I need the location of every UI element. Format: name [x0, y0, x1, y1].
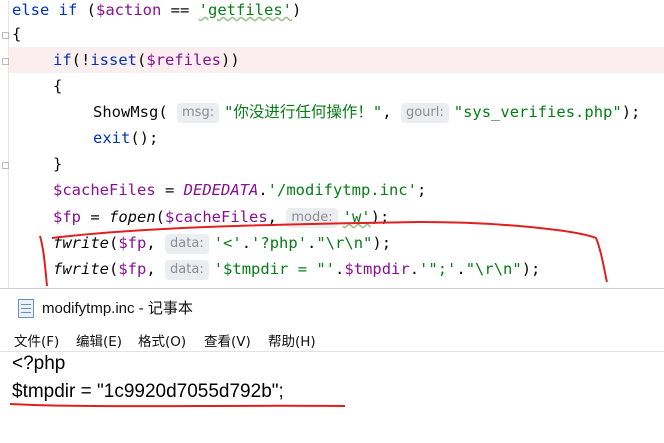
menu-help[interactable]: 帮助(H)	[268, 330, 316, 350]
operator: .	[241, 234, 252, 252]
string-literal: '/modifytmp.inc'	[267, 181, 417, 199]
operator: .	[258, 181, 268, 199]
punctuation: ();	[130, 129, 159, 147]
constant: DEDEDATA	[183, 181, 259, 199]
menu-edit[interactable]: 编辑(E)	[76, 330, 122, 350]
punctuation: ,	[146, 234, 156, 252]
param-hint: data:	[165, 234, 209, 254]
code-line-9: $fp = fopen($cacheFiles, mode:'w');	[53, 204, 389, 230]
code-line-3: if(!isset($refiles))	[53, 47, 240, 73]
code-line-1: else if ($action == 'getfiles')	[12, 0, 301, 23]
punctuation: ,	[146, 260, 156, 278]
notepad-icon	[18, 299, 34, 318]
punctuation: );	[521, 260, 541, 278]
punctuation: (	[109, 260, 119, 278]
operator: .	[409, 260, 420, 278]
breakpoint-marker-icon[interactable]	[2, 58, 9, 65]
notepad-text-line-2[interactable]: $tmpdir = "1c9920d7055d792b";	[12, 381, 284, 403]
variable: $refiles	[146, 51, 222, 69]
punctuation: );	[372, 234, 392, 252]
brace: {	[53, 77, 63, 95]
punctuation: (	[109, 234, 119, 252]
operator: =	[155, 181, 184, 199]
code-editor[interactable]: else if ($action == 'getfiles') { if(!is…	[0, 0, 664, 288]
operator: =	[81, 208, 109, 226]
notepad-text-line-1[interactable]: <?php	[12, 353, 65, 375]
function-name: fopen	[109, 208, 156, 226]
variable: $cacheFiles	[165, 208, 268, 226]
string-literal: 'getfiles'	[198, 1, 292, 19]
function-name: isset	[90, 51, 138, 69]
punctuation: ;	[416, 181, 427, 199]
brace: }	[53, 155, 63, 173]
menu-bar: 文件(F) 编辑(E) 格式(O) 查看(V) 帮助(H)	[0, 328, 664, 350]
operator: ==	[161, 1, 199, 19]
param-hint: msg:	[177, 103, 220, 123]
keyword: if	[58, 1, 78, 19]
code-line-5: ShowMsg( msg: "你没进行任何操作！", gourl: "sys_ver…	[93, 99, 640, 125]
window-title: modifytmp.inc - 记事本	[42, 300, 193, 317]
editor-gutter	[0, 0, 8, 288]
string-literal: "你没进行任何操作！"	[224, 103, 383, 121]
menu-divider	[0, 351, 664, 352]
variable: $fp	[53, 208, 81, 226]
function-name: fwrite	[53, 260, 109, 278]
function-name: ShowMsg	[93, 103, 159, 121]
punctuation: ))	[221, 51, 240, 69]
param-hint: gourl:	[400, 103, 449, 123]
param-hint: data:	[165, 260, 209, 280]
gutter-divider	[8, 0, 9, 288]
notepad-title-bar[interactable]: modifytmp.inc - 记事本	[0, 289, 664, 326]
keyword: else	[12, 1, 50, 19]
string-literal: "sys_verifies.php"	[453, 103, 622, 121]
punctuation: );	[621, 103, 641, 121]
string-literal: '";'	[419, 260, 457, 278]
menu-view[interactable]: 查看(V)	[204, 330, 251, 350]
operator: .	[307, 234, 317, 252]
variable: $action	[96, 1, 162, 19]
operator: .	[335, 260, 345, 278]
punctuation: )	[292, 1, 302, 19]
punctuation: (	[158, 103, 168, 121]
string-literal: "\r\n"	[465, 260, 522, 278]
string-literal: "\r\n"	[316, 234, 373, 252]
string-literal: '$tmpdir = "'	[213, 260, 336, 278]
variable: $cacheFiles	[53, 181, 156, 199]
punctuation: (	[137, 51, 147, 69]
function-name: fwrite	[53, 234, 109, 252]
function-name: exit	[93, 129, 131, 147]
string-literal: 'w'	[342, 208, 371, 226]
fold-marker-icon[interactable]	[2, 162, 9, 169]
keyword: if	[53, 51, 72, 69]
variable: $tmpdir	[344, 260, 410, 278]
punctuation: ,	[382, 103, 392, 121]
string-literal: '?php'	[251, 234, 308, 252]
code-line-2: {	[12, 21, 21, 47]
punctuation: );	[370, 208, 390, 226]
string-literal: '<'	[213, 234, 242, 252]
operator: .	[456, 260, 466, 278]
code-line-4: {	[53, 73, 62, 99]
punctuation: (!	[71, 51, 91, 69]
menu-file[interactable]: 文件(F)	[14, 330, 59, 350]
fold-marker-icon[interactable]	[2, 32, 9, 39]
variable: $fp	[118, 234, 147, 252]
code-line-11: fwrite($fp, data: '$tmpdir = "'.$tmpdir.'…	[53, 256, 540, 282]
brace: {	[12, 25, 22, 43]
punctuation: ,	[267, 208, 278, 226]
variable: $fp	[118, 260, 147, 278]
param-hint: mode:	[286, 208, 338, 228]
punctuation: (	[155, 208, 166, 226]
code-line-8: $cacheFiles = DEDEDATA.'/modifytmp.inc';	[53, 177, 426, 203]
punctuation: (	[77, 1, 97, 19]
code-line-7: }	[53, 151, 62, 177]
code-line-10: fwrite($fp, data: '<'.'?php'."\r\n");	[53, 230, 391, 256]
notepad-window[interactable]: modifytmp.inc - 记事本 文件(F) 编辑(E) 格式(O) 查看…	[0, 288, 664, 443]
code-line-6: exit();	[93, 125, 158, 151]
menu-format[interactable]: 格式(O)	[138, 330, 186, 350]
